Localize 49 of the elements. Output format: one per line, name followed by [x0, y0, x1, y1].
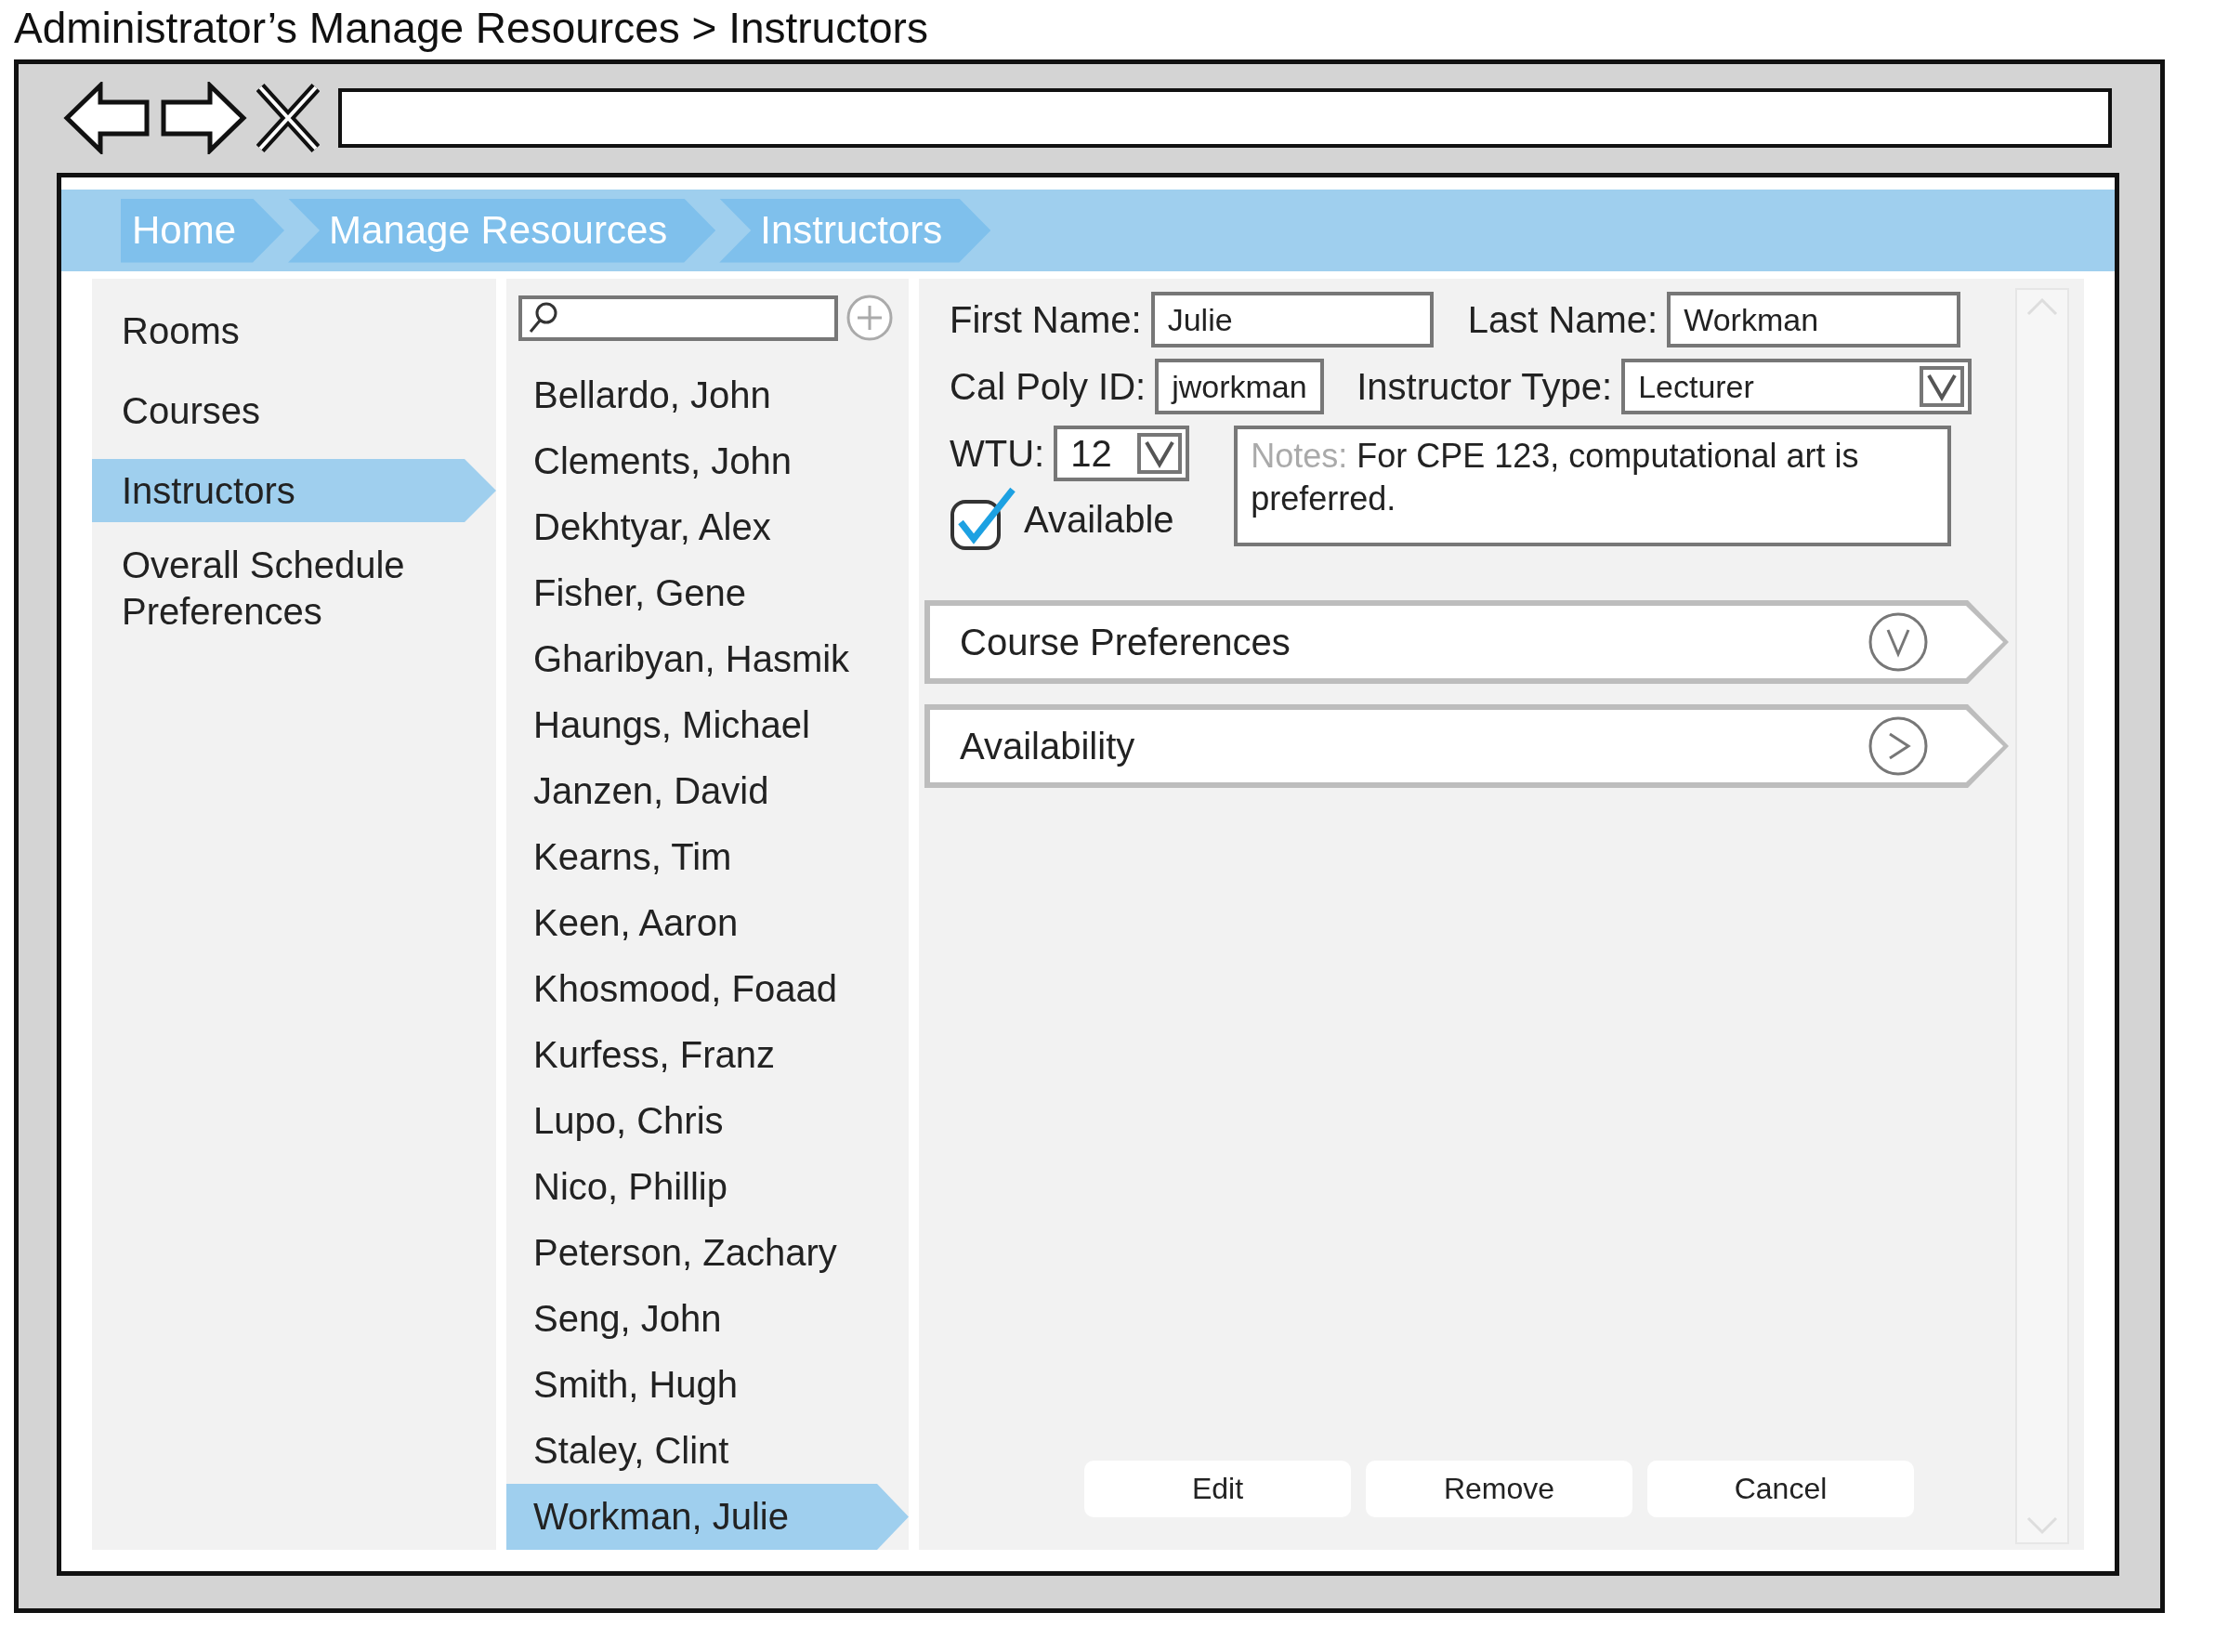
instructor-list-item[interactable]: Dekhtyar, Alex: [506, 494, 909, 560]
action-button[interactable]: Remove: [1366, 1461, 1632, 1517]
checkbox[interactable]: [950, 487, 1016, 552]
page-title: Administrator’s Manage Resources > Instructors: [14, 3, 929, 54]
instructor-list-item[interactable]: Clements, John: [506, 428, 909, 494]
instructor-list-item[interactable]: Peterson, Zachary: [506, 1220, 909, 1286]
instructor-list-item[interactable]: Seng, John: [506, 1286, 909, 1352]
wtu-label: WTU:: [950, 432, 1045, 475]
instructor-list-item[interactable]: Nico, Phillip: [506, 1154, 909, 1220]
sidebar-item[interactable]: Overall Schedule Preferences: [92, 533, 496, 643]
instructor-list-item[interactable]: Kearns, Tim: [506, 824, 909, 890]
search-icon: [528, 301, 559, 334]
action-button[interactable]: Cancel: [1647, 1461, 1914, 1517]
instructor-list-item[interactable]: Janzen, David: [506, 758, 909, 824]
available-label: Available: [1024, 498, 1174, 541]
instructor-list-item[interactable]: Gharibyan, Hasmik: [506, 626, 909, 692]
instructor-list-item[interactable]: Khosmood, Foaad: [506, 956, 909, 1022]
notes-text[interactable]: Notes: For CPE 123, computational art is preferred.: [1234, 426, 1952, 546]
sidebar-item[interactable]: Instructors: [92, 459, 496, 522]
instructor-type-dropdown[interactable]: Lecturer: [1621, 359, 1973, 414]
instructor-list-item[interactable]: Haungs, Michael: [506, 692, 909, 758]
instructor-list-item[interactable]: Keen, Aaron: [506, 890, 909, 956]
cal-poly-id-label: Cal Poly ID:: [950, 365, 1147, 408]
cal-poly-id-field[interactable]: jworkman: [1155, 359, 1325, 414]
search-field[interactable]: [518, 295, 838, 341]
last-name-label: Last Name:: [1467, 298, 1658, 341]
first-name-field[interactable]: Julie: [1150, 292, 1434, 347]
instructor-list-item[interactable]: Bellardo, John: [506, 362, 909, 428]
section-header[interactable]: Course Preferences: [924, 600, 2009, 684]
first-name-label: First Name:: [950, 298, 1142, 341]
dropdown-caret-icon[interactable]: [1137, 433, 1183, 474]
dropdown-caret-icon[interactable]: [1920, 366, 1965, 407]
wtu-dropdown[interactable]: 12: [1054, 426, 1190, 481]
last-name-field[interactable]: Workman: [1667, 292, 1961, 347]
section-header[interactable]: Availability: [924, 704, 2009, 788]
instructor-list-item[interactable]: Workman, Julie: [506, 1484, 909, 1550]
forward-arrow-icon[interactable]: [160, 82, 247, 154]
instructor-list-item[interactable]: Kurfess, Franz: [506, 1022, 909, 1088]
instructor-list-item[interactable]: Lupo, Chris: [506, 1088, 909, 1154]
close-icon[interactable]: [256, 84, 320, 152]
back-arrow-icon[interactable]: [63, 82, 151, 154]
instructor-type-label: Instructor Type:: [1357, 365, 1613, 408]
address-bar[interactable]: [338, 88, 2112, 148]
instructor-list-item[interactable]: Fisher, Gene: [506, 560, 909, 626]
sidebar-item[interactable]: Rooms: [92, 299, 496, 362]
action-button[interactable]: Edit: [1084, 1461, 1351, 1517]
instructor-list-item[interactable]: Smith, Hugh: [506, 1352, 909, 1418]
sidebar-item[interactable]: Courses: [92, 379, 496, 442]
instructor-list-item[interactable]: Staley, Clint: [506, 1418, 909, 1484]
